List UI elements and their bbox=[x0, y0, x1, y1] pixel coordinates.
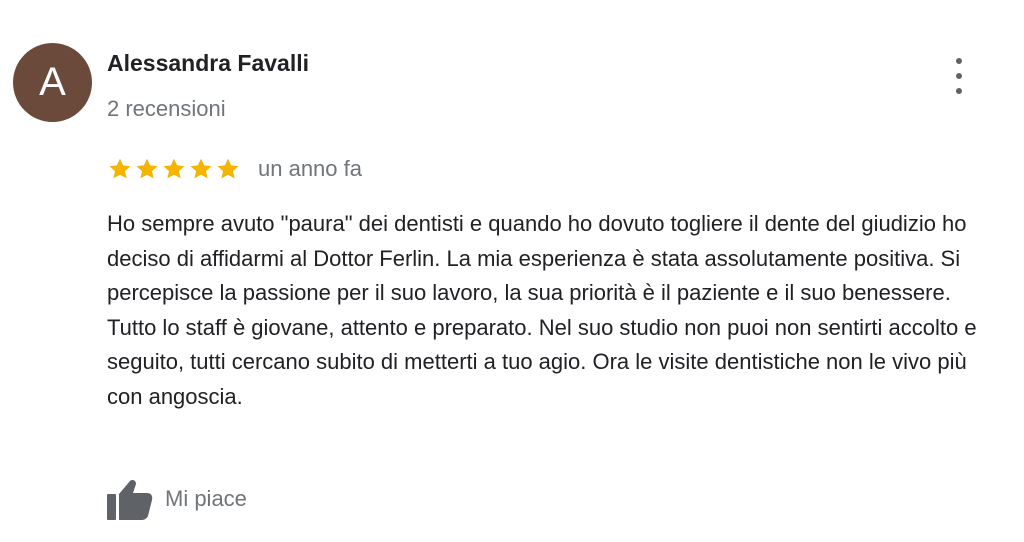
like-button[interactable]: Mi piace bbox=[107, 477, 247, 521]
star-icon bbox=[188, 156, 214, 182]
review-count: 2 recensioni bbox=[107, 96, 226, 121]
star-rating bbox=[107, 156, 242, 182]
review-text: Ho sempre avuto "paura" dei dentisti e q… bbox=[107, 211, 977, 409]
avatar[interactable]: A bbox=[13, 43, 92, 122]
rating-row: un anno fa bbox=[107, 154, 362, 184]
star-icon bbox=[134, 156, 160, 182]
more-vert-icon-dot bbox=[956, 88, 962, 94]
star-icon bbox=[161, 156, 187, 182]
more-vert-icon-dot bbox=[956, 73, 962, 79]
review-date: un anno fa bbox=[258, 156, 362, 181]
more-options-button[interactable] bbox=[946, 58, 972, 94]
thumb-up-icon bbox=[107, 478, 153, 520]
reviewer-name[interactable]: Alessandra Favalli bbox=[107, 50, 309, 77]
star-icon bbox=[215, 156, 241, 182]
like-label: Mi piace bbox=[165, 486, 247, 511]
more-vert-icon bbox=[956, 58, 962, 64]
star-icon bbox=[107, 156, 133, 182]
avatar-letter: A bbox=[39, 60, 66, 104]
